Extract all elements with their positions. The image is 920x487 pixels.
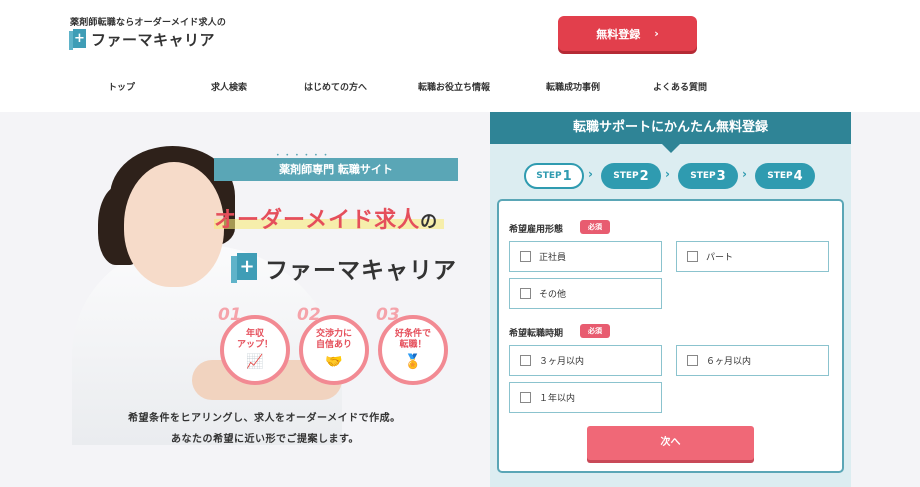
required-badge: 必須 — [580, 324, 610, 338]
feature-salary-up: 01 年収 アップ！ 📈 — [218, 305, 290, 385]
logo-cross-icon: + — [231, 253, 257, 283]
step-arrow-icon: › — [665, 167, 670, 181]
nav-item-faq[interactable]: よくある質問 — [653, 80, 707, 93]
checkbox[interactable] — [520, 288, 531, 299]
site-header: 薬剤師転職ならオーダーメイド求人の + ファーマキャリア 無料登録 › トップ … — [0, 0, 920, 112]
step-3: STEP 3 — [678, 163, 738, 189]
hero-headline: オーダーメイド求人の — [214, 208, 439, 233]
option-part-time[interactable]: パート — [676, 241, 829, 272]
logo-cross-icon: + — [69, 29, 86, 50]
form-title: 転職サポートにかんたん無料登録 — [490, 112, 851, 144]
chevron-right-icon: › — [654, 27, 659, 40]
logo-text: ファーマキャリア — [91, 31, 216, 49]
nav-item-job-search[interactable]: 求人検索 — [211, 80, 247, 93]
site-tagline: 薬剤師転職ならオーダーメイド求人の — [70, 18, 227, 28]
option-within-1-year[interactable]: １年以内 — [509, 382, 662, 413]
form-title-pointer — [662, 144, 680, 153]
medal-icon: 🏅 — [404, 354, 422, 370]
nav-item-useful-info[interactable]: 転職お役立ち情報 — [418, 80, 490, 93]
employment-type-label: 希望雇用形態 — [509, 225, 564, 235]
step-4: STEP 4 — [755, 163, 815, 189]
hero-badge: 薬剤師専門 転職サイト — [214, 158, 458, 181]
option-within-3-months[interactable]: ３ヶ月以内 — [509, 345, 662, 376]
nav-item-top[interactable]: トップ — [108, 80, 135, 93]
step-2: STEP 2 — [601, 163, 661, 189]
transfer-timing-label: 希望転職時期 — [509, 329, 564, 339]
free-register-label: 無料登録 — [596, 27, 641, 41]
next-button[interactable]: 次へ — [587, 426, 754, 460]
feature-negotiation: 02 交渉力に 自信あり 🤝 — [297, 305, 369, 385]
hero-description-line2: あなたの希望に近い形でご提案します。 — [171, 434, 359, 445]
step-1: STEP 1 — [524, 163, 584, 189]
pharmacist-photo — [72, 140, 342, 445]
option-within-6-months[interactable]: ６ヶ月以内 — [676, 345, 829, 376]
chart-up-icon: 📈 — [246, 354, 264, 370]
checkbox[interactable] — [687, 251, 698, 262]
feature-good-conditions: 03 好条件で 転職！ 🏅 — [376, 305, 448, 385]
step-arrow-icon: › — [742, 167, 747, 181]
hero-description-line1: 希望条件をヒアリングし、求人をオーダーメイドで作成。 — [128, 413, 401, 424]
checkbox[interactable] — [520, 355, 531, 366]
required-badge: 必須 — [580, 220, 610, 234]
hero-logo: + ファーマキャリア — [231, 251, 457, 285]
nav-item-success-stories[interactable]: 転職成功事例 — [546, 80, 600, 93]
handshake-icon: 🤝 — [325, 354, 343, 370]
checkbox[interactable] — [520, 392, 531, 403]
nav-item-first-time[interactable]: はじめての方へ — [304, 80, 367, 93]
option-full-time[interactable]: 正社員 — [509, 241, 662, 272]
checkbox[interactable] — [687, 355, 698, 366]
hero-logo-text: ファーマキャリア — [265, 258, 457, 284]
checkbox[interactable] — [520, 251, 531, 262]
free-register-button[interactable]: 無料登録 › — [558, 16, 697, 51]
step-arrow-icon: › — [588, 167, 593, 181]
site-logo[interactable]: + ファーマキャリア — [69, 29, 215, 50]
option-other[interactable]: その他 — [509, 278, 662, 309]
